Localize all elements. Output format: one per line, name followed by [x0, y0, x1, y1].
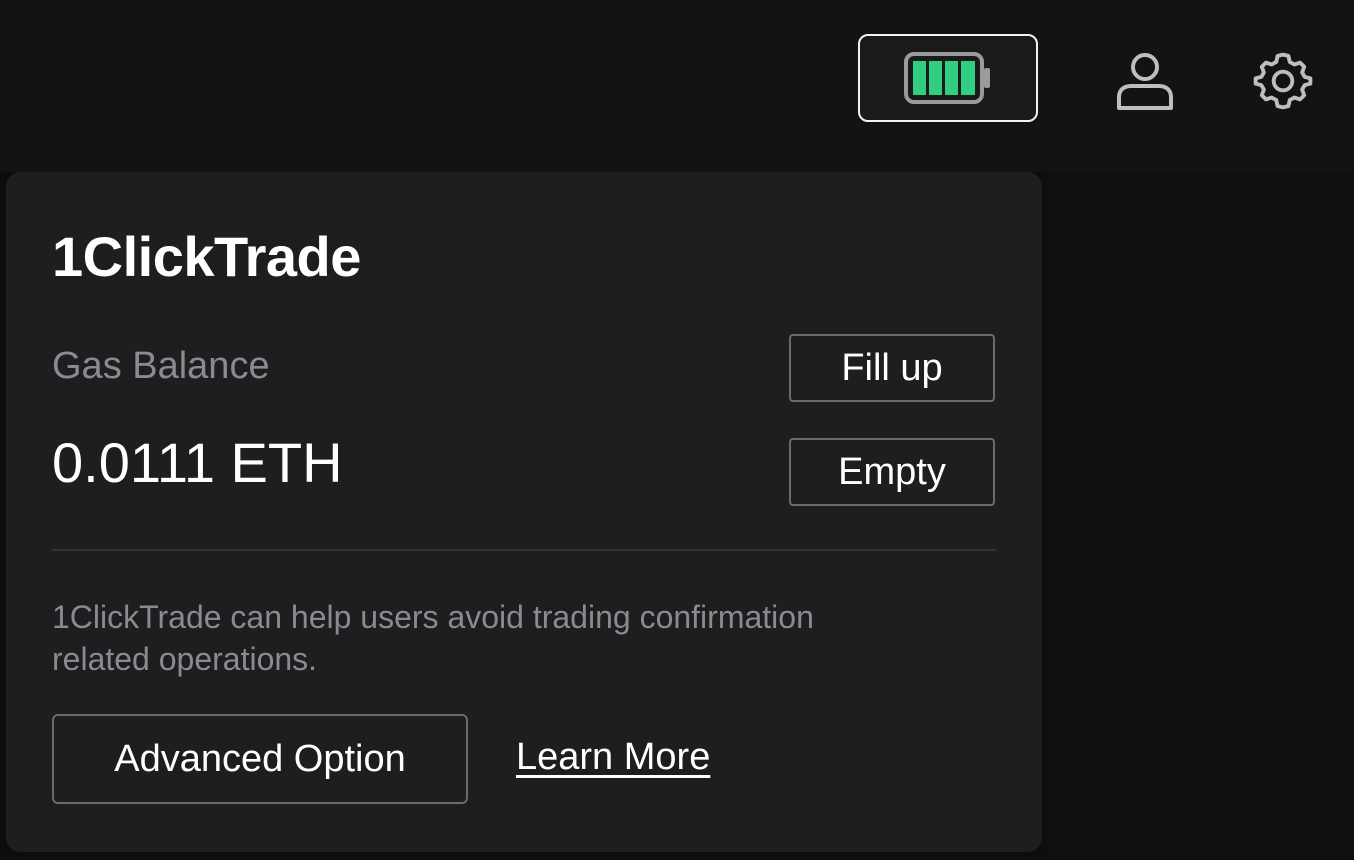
background-area	[1042, 172, 1354, 860]
divider	[52, 549, 996, 551]
top-bar	[0, 0, 1354, 172]
empty-button[interactable]: Empty	[789, 438, 995, 506]
battery-full-icon	[904, 52, 990, 104]
user-button[interactable]	[1112, 48, 1178, 114]
one-click-trade-panel: 1ClickTrade Gas Balance 0.0111 ETH Fill …	[6, 172, 1042, 852]
user-icon	[1117, 53, 1173, 110]
gas-balance-label: Gas Balance	[52, 345, 270, 387]
description-line-1: 1ClickTrade can help users avoid trading…	[52, 599, 814, 635]
description-line-2: related operations.	[52, 641, 318, 677]
description: 1ClickTrade can help users avoid trading…	[52, 596, 952, 680]
gear-icon	[1253, 52, 1313, 110]
panel-title: 1ClickTrade	[52, 225, 361, 288]
battery-button[interactable]	[858, 34, 1038, 122]
advanced-option-button[interactable]: Advanced Option	[52, 714, 468, 804]
settings-button[interactable]	[1250, 48, 1316, 114]
gas-balance-value: 0.0111 ETH	[52, 431, 343, 494]
learn-more-link[interactable]: Learn More	[516, 736, 710, 779]
fill-up-button[interactable]: Fill up	[789, 334, 995, 402]
